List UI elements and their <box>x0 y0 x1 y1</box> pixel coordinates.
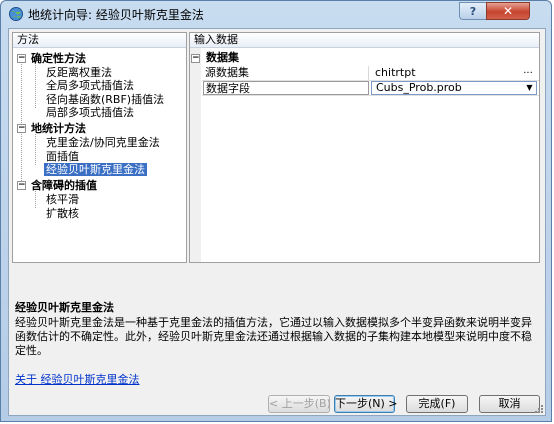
tree-connector <box>35 63 36 108</box>
back-button[interactable]: < 上一步(B) <box>268 395 331 413</box>
tree-item-label: 径向基函数(RBF)插值法 <box>46 93 165 106</box>
tree-item-kriging-cokriging[interactable]: 克里金法/协同克里金法 <box>46 136 160 149</box>
title-bar[interactable]: 地统计向导: 经验贝叶斯克里金法 ? ✕ <box>1 1 551 27</box>
tree-item-label: 核平滑 <box>46 193 79 206</box>
tree-item-ebk[interactable]: 经验贝叶斯克里金法 <box>44 163 147 176</box>
tree-item-label: 全局多项式插值法 <box>46 79 134 92</box>
tree-item-idw[interactable]: 反距离权重法 <box>46 66 112 79</box>
tree-item-label: 局部多项式插值法 <box>46 106 134 119</box>
tree-item-local-polynomial[interactable]: 局部多项式插值法 <box>46 106 134 119</box>
browse-button[interactable]: ... <box>521 66 535 79</box>
description-text: 经验贝叶斯克里金法是一种基于克里金法的插值方法，它通过以输入数据模拟多个半变异函… <box>15 316 532 357</box>
selected-value: Cubs_Prob.prob <box>376 81 462 94</box>
methods-panel: 方法 − 确定性方法 反距离权重法 全局多项式插值法 径向基函数(RBF)插值法… <box>12 32 187 263</box>
tree-item-label: 经验贝叶斯克里金法 <box>44 163 147 176</box>
tree-item-label: 反距离权重法 <box>46 66 112 79</box>
tree-group-barrier[interactable]: − 含障碍的插值 <box>13 179 183 192</box>
collapse-icon[interactable]: − <box>191 54 200 63</box>
tree-group-deterministic[interactable]: − 确定性方法 <box>13 52 183 65</box>
category-label: 数据集 <box>206 51 239 64</box>
methods-tree: − 确定性方法 反距离权重法 全局多项式插值法 径向基函数(RBF)插值法 局部… <box>13 49 186 262</box>
tree-item-global-polynomial[interactable]: 全局多项式插值法 <box>46 79 134 92</box>
tree-group-label: 含障碍的插值 <box>31 179 97 192</box>
wizard-body: 方法 − 确定性方法 反距离权重法 全局多项式插值法 径向基函数(RBF)插值法… <box>8 28 546 416</box>
property-name: 源数据集 <box>203 66 369 80</box>
tree-connector <box>35 191 36 208</box>
tree-connector <box>35 134 36 165</box>
dropdown-arrow-icon[interactable]: ▼ <box>525 83 534 93</box>
help-icon: ? <box>469 4 477 18</box>
property-value: chitrtpt <box>375 66 416 79</box>
tree-item-areal-interpolation[interactable]: 面插值 <box>46 150 79 163</box>
tree-item-rbf[interactable]: 径向基函数(RBF)插值法 <box>46 93 164 106</box>
property-row-data-field[interactable]: 数据字段 Cubs_Prob.prob ▼ <box>202 81 539 96</box>
data-field-dropdown[interactable]: Cubs_Prob.prob ▼ <box>371 81 539 95</box>
collapse-icon[interactable]: − <box>17 54 26 63</box>
property-grid-gutter <box>190 48 201 262</box>
tree-item-label: 克里金法/协同克里金法 <box>46 136 160 149</box>
dataset-category[interactable]: − 数据集 <box>190 51 539 65</box>
description-title: 经验贝叶斯克里金法 <box>15 301 114 314</box>
tree-group-label: 地统计方法 <box>31 122 86 135</box>
source-dataset-value[interactable]: chitrtpt ... <box>371 66 539 80</box>
tree-group-label: 确定性方法 <box>31 52 86 65</box>
tree-group-geostatistical[interactable]: − 地统计方法 <box>13 122 183 135</box>
help-link[interactable]: 关于 经验贝叶斯克里金法 <box>15 371 140 387</box>
close-icon: ✕ <box>502 4 514 18</box>
input-data-panel: 输入数据 − 数据集 源数据集 chitrtpt ... 数据字段 Cubs_P… <box>189 32 540 263</box>
cancel-button[interactable]: 取消 <box>479 395 540 413</box>
resize-grip-icon[interactable] <box>534 404 544 414</box>
collapse-icon[interactable]: − <box>17 124 26 133</box>
window-title: 地统计向导: 经验贝叶斯克里金法 <box>28 8 204 22</box>
collapse-icon[interactable]: − <box>17 181 26 190</box>
methods-panel-header: 方法 <box>13 33 186 48</box>
finish-button[interactable]: 完成(F) <box>406 395 468 413</box>
tree-item-label: 扩散核 <box>46 207 79 220</box>
property-row-source-dataset[interactable]: 源数据集 chitrtpt ... <box>202 66 539 81</box>
wizard-window: 地统计向导: 经验贝叶斯克里金法 ? ✕ 方法 − 确定性方法 反距离权重法 全… <box>0 0 552 422</box>
next-button[interactable]: 下一步(N) > <box>334 395 398 413</box>
input-data-header: 输入数据 <box>190 33 539 48</box>
tree-item-kernel-smoothing[interactable]: 核平滑 <box>46 193 79 206</box>
globe-app-icon <box>9 7 23 21</box>
property-name: 数据字段 <box>203 81 369 95</box>
help-button[interactable]: ? <box>459 2 487 20</box>
data-field-select[interactable]: Cubs_Prob.prob ▼ <box>371 81 537 95</box>
close-button[interactable]: ✕ <box>486 2 530 20</box>
tree-item-diffusion-kernel[interactable]: 扩散核 <box>46 207 79 220</box>
tree-item-label: 面插值 <box>46 150 79 163</box>
